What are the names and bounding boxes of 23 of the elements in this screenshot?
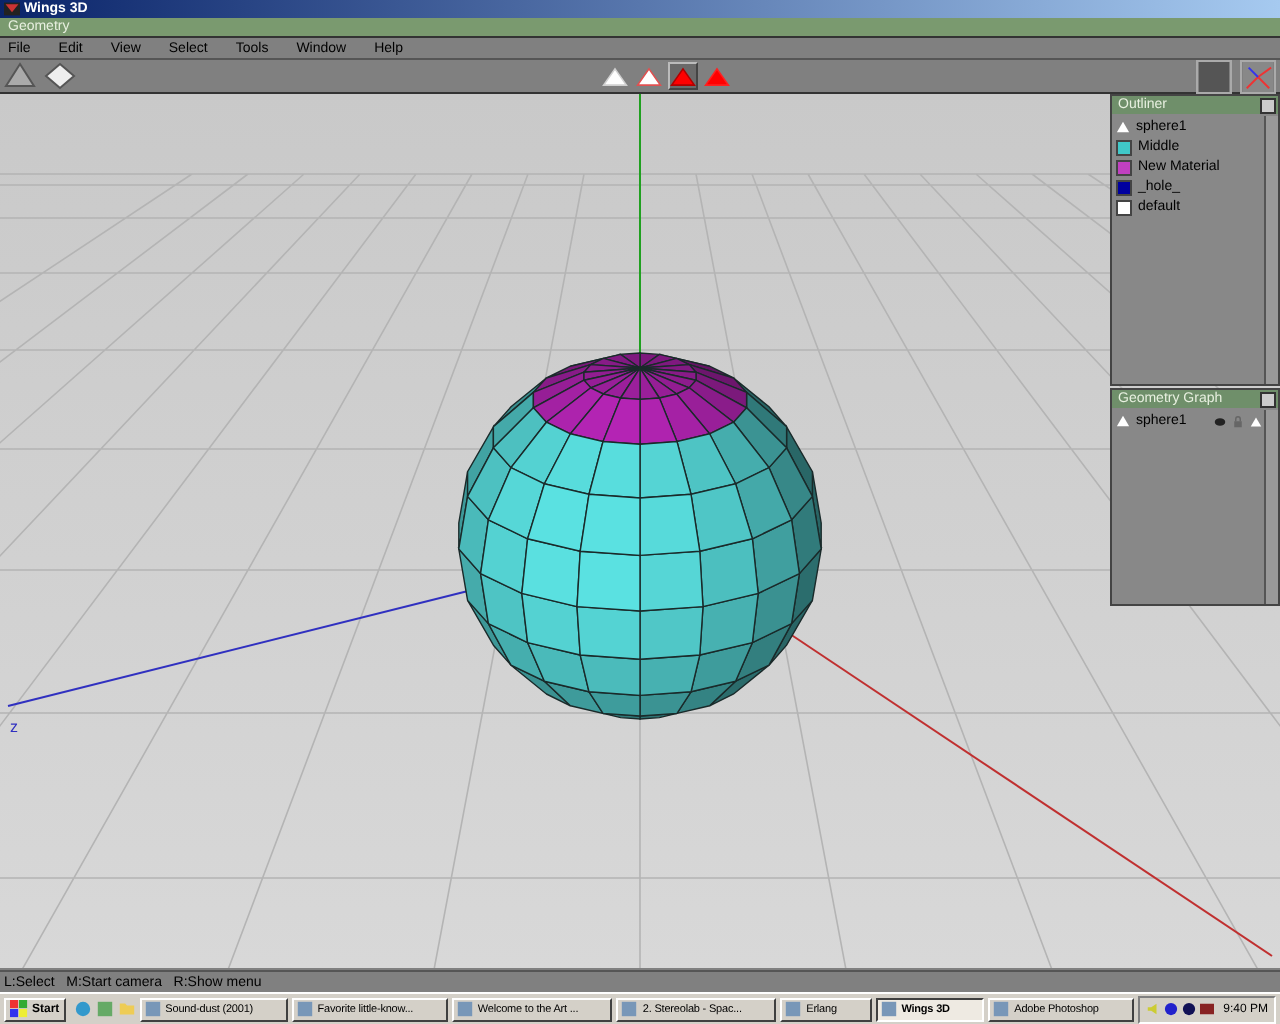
app-icon: [295, 1000, 314, 1018]
desktop-icon[interactable]: [95, 1000, 114, 1018]
eye-icon[interactable]: [1214, 415, 1226, 427]
app-icon: [992, 1000, 1011, 1018]
selection-mode-button[interactable]: [634, 62, 664, 90]
app-icon: [455, 1000, 474, 1018]
selection-mode-button[interactable]: [668, 62, 698, 90]
object-icon: [1116, 414, 1130, 428]
close-icon[interactable]: [1260, 391, 1276, 407]
app-icon: [879, 1000, 898, 1018]
browser-icon[interactable]: [73, 1000, 92, 1018]
app-icon: [4, 2, 20, 16]
axis-label: z: [10, 718, 18, 736]
app-icon: [143, 1000, 162, 1018]
close-icon[interactable]: [1260, 97, 1276, 113]
app-icon: [784, 1000, 803, 1018]
selection-mode-button[interactable]: [600, 62, 630, 90]
object-icon[interactable]: [1250, 415, 1262, 427]
scrollbar[interactable]: [1264, 116, 1278, 384]
windows-logo-icon: [10, 1000, 28, 1018]
app-icon: [620, 1000, 639, 1018]
shading-icon[interactable]: [1196, 59, 1232, 93]
scrollbar[interactable]: [1264, 410, 1278, 604]
